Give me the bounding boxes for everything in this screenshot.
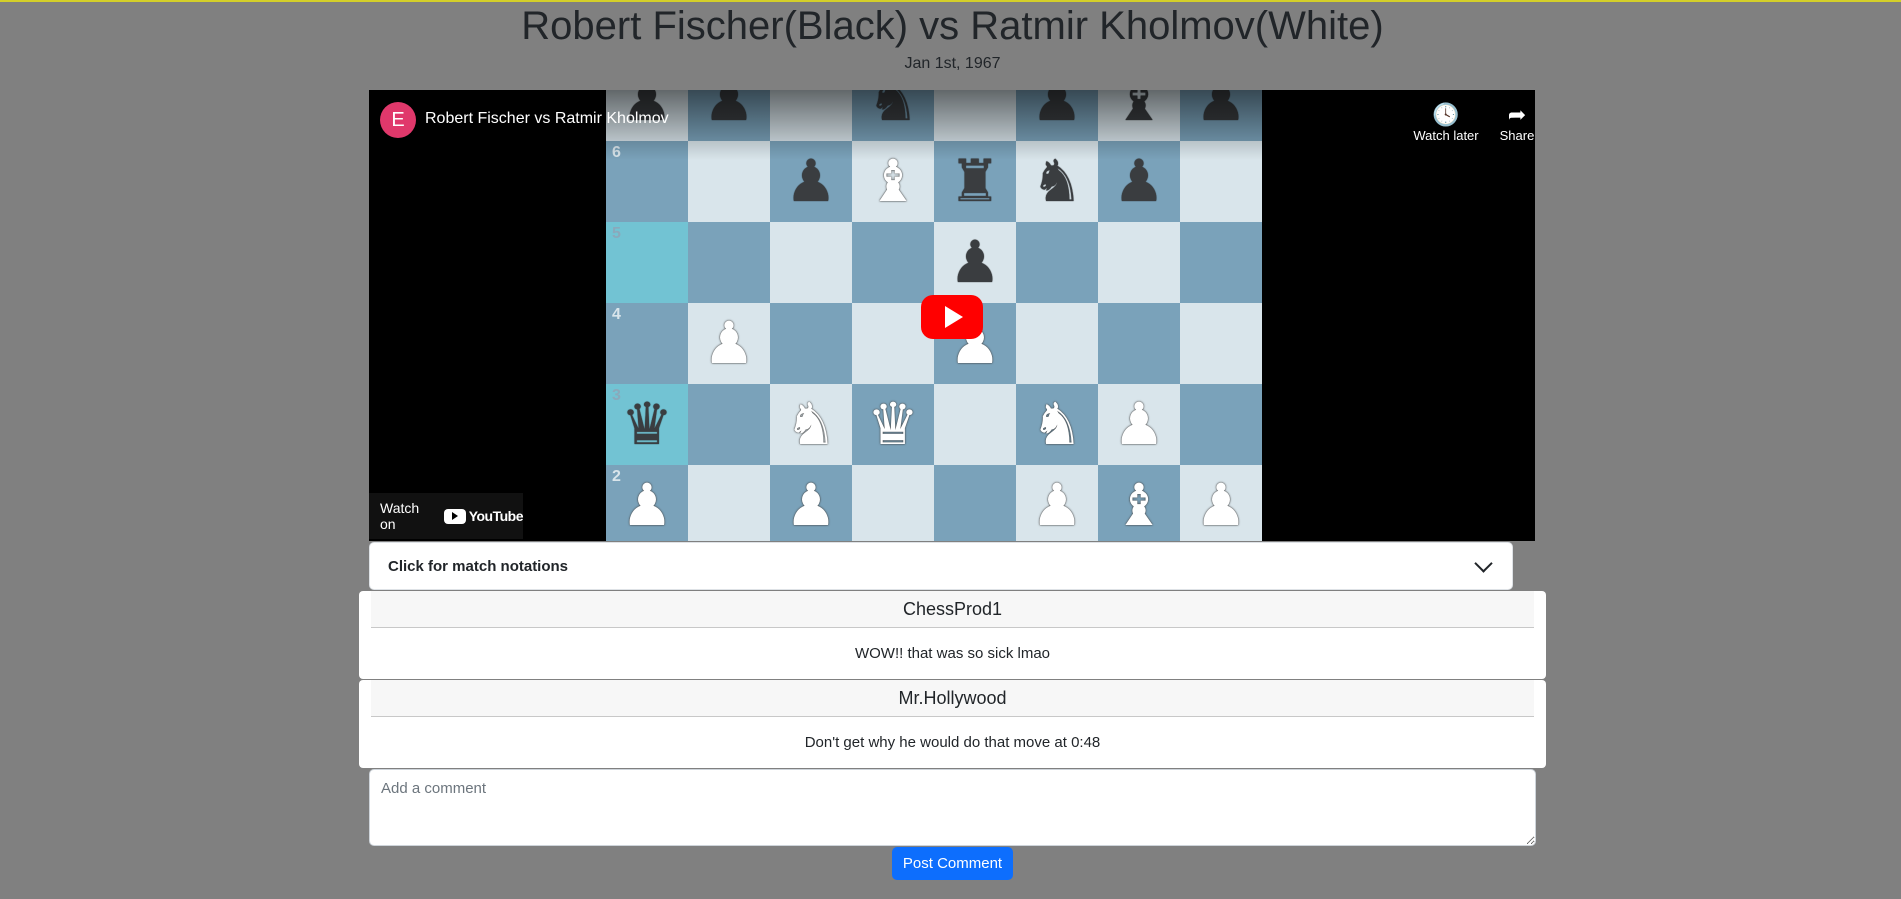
board-square <box>1098 222 1180 303</box>
board-square: 4 <box>606 303 688 384</box>
board-square: 3 ♛ <box>606 384 688 465</box>
white-pawn-icon: ♟ <box>1113 391 1165 457</box>
play-button[interactable] <box>921 295 983 339</box>
board-square: ♟ <box>1180 465 1262 541</box>
accordion-label: Click for match notations <box>388 557 569 575</box>
comment-card: Mr.Hollywood Don't get why he would do t… <box>359 680 1546 768</box>
white-pawn-icon: ♟ <box>785 472 837 538</box>
board-square <box>852 465 934 541</box>
watch-on-youtube-link[interactable]: Watch on YouTube <box>369 493 524 539</box>
match-date: Jan 1st, 1967 <box>904 55 1001 72</box>
channel-avatar[interactable]: E <box>380 102 416 138</box>
comment-card: ChessProd1 WOW!! that was so sick lmao <box>359 591 1546 679</box>
board-square: ♞ <box>770 384 852 465</box>
comment-text: WOW!! that was so sick lmao <box>854 645 1051 662</box>
rank-label: 2 <box>612 468 621 485</box>
rank-label: 4 <box>612 306 621 323</box>
white-queen-icon: ♛ <box>867 391 919 457</box>
youtube-logo-icon: YouTube <box>443 508 524 524</box>
black-rook-icon: ♜ <box>949 148 1001 214</box>
board-square <box>1180 222 1262 303</box>
comment-author: ChessProd1 <box>371 591 1534 628</box>
watch-on-label: Watch on <box>380 500 420 532</box>
white-bishop-icon: ♝ <box>1113 472 1165 538</box>
board-square: ♟ <box>1016 465 1098 541</box>
chevron-down-icon <box>1474 553 1493 573</box>
page-title: Robert Fischer(Black) vs Ratmir Kholmov(… <box>521 4 1384 48</box>
board-square: ♞ <box>1016 384 1098 465</box>
black-pawn-icon: ♟ <box>949 229 1001 295</box>
white-pawn-icon: ♟ <box>621 472 673 538</box>
match-notations-accordion[interactable]: Click for match notations <box>369 542 1513 590</box>
white-knight-icon: ♞ <box>785 391 837 457</box>
post-comment-button[interactable]: Post Comment <box>892 847 1013 880</box>
black-pawn-icon: ♟ <box>1113 148 1165 214</box>
black-pawn-icon: ♟ <box>785 148 837 214</box>
board-square <box>1180 384 1262 465</box>
board-square: 2 ♟ <box>606 465 688 541</box>
board-square: ♟ <box>1098 384 1180 465</box>
board-square: ♟ <box>770 465 852 541</box>
watch-later-button[interactable]: 🕓 Watch later <box>1406 102 1486 143</box>
black-knight-icon: ♞ <box>1031 148 1083 214</box>
board-square <box>688 222 770 303</box>
board-square <box>1098 303 1180 384</box>
board-square <box>770 303 852 384</box>
board-square: ♛ <box>852 384 934 465</box>
share-icon: ➦ <box>1507 102 1527 127</box>
comment-author: Mr.Hollywood <box>371 680 1534 717</box>
white-bishop-icon: ♝ <box>867 148 919 214</box>
black-queen-icon: ♛ <box>621 391 673 457</box>
comment-text: Don't get why he would do that move at 0… <box>804 734 1101 751</box>
board-square: ♝ <box>1098 465 1180 541</box>
rank-label: 3 <box>612 387 621 404</box>
share-label: Share <box>1499 128 1535 143</box>
white-pawn-icon: ♟ <box>703 310 755 376</box>
board-square <box>1016 303 1098 384</box>
comment-input[interactable] <box>369 769 1536 846</box>
board-square <box>934 465 1016 541</box>
white-knight-icon: ♞ <box>1031 391 1083 457</box>
board-square <box>688 465 770 541</box>
share-button[interactable]: ➦ Share <box>1477 102 1535 143</box>
rank-label: 5 <box>612 225 621 242</box>
board-square <box>1016 222 1098 303</box>
board-square <box>688 384 770 465</box>
watch-later-label: Watch later <box>1413 128 1479 143</box>
play-icon <box>945 306 963 328</box>
board-square: ♟ <box>934 222 1016 303</box>
white-pawn-icon: ♟ <box>1031 472 1083 538</box>
board-square: 5 <box>606 222 688 303</box>
board-square <box>852 222 934 303</box>
board-square <box>934 384 1016 465</box>
board-square: ♟ <box>688 303 770 384</box>
board-square <box>1180 303 1262 384</box>
clock-icon: 🕓 <box>1432 102 1460 127</box>
video-embed[interactable]: ♟♟♞♟♝♟6♟♝♜♞♟5♟4♟♟3♛♞♛♞♟2♟♟♟♝♟ E Robert F… <box>369 90 1535 541</box>
video-title[interactable]: Robert Fischer vs Ratmir Kholmov <box>425 110 669 128</box>
white-pawn-icon: ♟ <box>1195 472 1247 538</box>
board-square <box>770 222 852 303</box>
